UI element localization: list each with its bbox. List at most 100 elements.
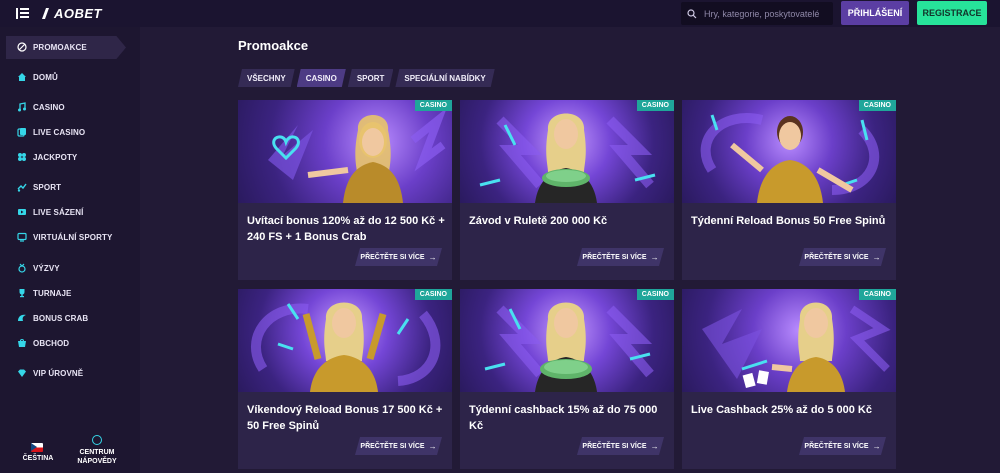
top-bar: AOBET PŘIHLÁŠENÍ REGISTRACE — [0, 0, 1000, 27]
read-more-button[interactable]: PŘEČTĚTE SI VÍCE → — [355, 248, 442, 266]
promo-artwork — [702, 302, 891, 392]
diamond-icon — [17, 368, 27, 378]
clover-icon — [17, 152, 27, 162]
search-box[interactable] — [681, 2, 833, 25]
sidebar-item-live-casino[interactable]: LIVE CASINO — [17, 127, 85, 137]
music-note-icon — [17, 102, 27, 112]
sidebar-item-label: LIVE CASINO — [33, 127, 86, 137]
read-more-label: PŘEČTĚTE SI VÍCE — [360, 442, 425, 450]
register-button[interactable]: REGISTRACE — [917, 1, 987, 25]
read-more-label: PŘEČTĚTE SI VÍCE — [360, 253, 425, 261]
promo-card[interactable]: CASINO Live Cashback 25% až do 5 000 Kč … — [682, 289, 896, 469]
arrow-right-icon: → — [428, 252, 437, 262]
sidebar-item-domu[interactable]: DOMŮ — [17, 72, 58, 82]
promo-card[interactable]: CASINO Týdenní Reload Bonus 50 Free Spin… — [682, 100, 896, 280]
promo-icon — [17, 42, 27, 52]
promo-image — [460, 289, 674, 392]
tab-sport[interactable]: SPORT — [348, 69, 394, 87]
sidebar-item-label: VIRTUÁLNÍ SPORTY — [33, 232, 113, 242]
read-more-label: PŘEČTĚTE SI VÍCE — [804, 442, 869, 450]
language-selector[interactable]: ČEŠTINA — [20, 455, 56, 462]
sidebar-item-label: LIVE SÁZENÍ — [33, 207, 84, 217]
tab-vsechny[interactable]: VŠECHNY — [238, 69, 295, 87]
sidebar-item-label: SPORT — [33, 182, 62, 192]
site-logo[interactable]: AOBET — [41, 6, 102, 21]
category-badge: CASINO — [414, 100, 452, 111]
category-badge: CASINO — [858, 100, 896, 111]
sidebar-item-casino[interactable]: CASINO — [17, 102, 65, 112]
live-casino-icon — [17, 127, 27, 137]
promo-title: Týdenní cashback 15% až do 75 000 Kč — [469, 404, 658, 432]
sidebar-item-obchod[interactable]: OBCHOD — [17, 338, 69, 348]
virtual-sports-icon — [17, 232, 27, 242]
czech-flag-icon[interactable] — [31, 443, 43, 452]
promo-artwork — [484, 302, 654, 392]
promo-image — [682, 100, 896, 203]
read-more-button[interactable]: PŘEČTĚTE SI VÍCE → — [355, 437, 442, 455]
read-more-label: PŘEČTĚTE SI VÍCE — [804, 253, 869, 261]
search-icon — [687, 8, 697, 18]
promo-title: Víkendový Reload Bonus 17 500 Kč + 50 Fr… — [247, 404, 443, 432]
sidebar-item-label: PROMOAKCE — [33, 42, 87, 52]
arrow-right-icon: → — [428, 441, 437, 451]
read-more-button[interactable]: PŘEČTĚTE SI VÍCE → — [799, 248, 886, 266]
sport-icon — [17, 182, 27, 192]
sidebar-item-label: TURNAJE — [33, 288, 72, 298]
sidebar-item-turnaje[interactable]: TURNAJE — [17, 288, 71, 298]
crab-icon — [17, 313, 27, 323]
sidebar-item-virtualni-sporty[interactable]: VIRTUÁLNÍ SPORTY — [17, 232, 112, 242]
promo-tabs: VŠECHNY CASINO SPORT SPECIÁLNÍ NABÍDKY — [238, 69, 497, 87]
promo-card[interactable]: CASINO Týdenní cashback 15% až do 75 000… — [460, 289, 674, 469]
menu-toggle-icon[interactable] — [16, 8, 29, 19]
sidebar-item-jackpoty[interactable]: JACKPOTY — [17, 152, 77, 162]
read-more-button[interactable]: PŘEČTĚTE SI VÍCE → — [799, 437, 886, 455]
promo-image — [460, 100, 674, 203]
category-badge: CASINO — [858, 289, 896, 300]
promo-artwork — [700, 113, 880, 203]
category-badge: CASINO — [414, 289, 452, 300]
read-more-button[interactable]: PŘEČTĚTE SI VÍCE → — [577, 248, 664, 266]
medal-icon — [17, 263, 27, 273]
help-center-icon — [92, 435, 102, 445]
sidebar-item-label: BONUS CRAB — [33, 313, 89, 323]
promo-artwork — [251, 302, 441, 392]
login-button[interactable]: PŘIHLÁŠENÍ — [841, 1, 909, 25]
site-logo-text: AOBET — [54, 6, 102, 21]
shop-icon — [17, 338, 27, 348]
promo-image — [238, 289, 452, 392]
sidebar-item-label: CASINO — [33, 102, 65, 112]
read-more-label: PŘEČTĚTE SI VÍCE — [582, 253, 647, 261]
promo-title: Uvítací bonus 120% až do 12 500 Kč + 240… — [247, 215, 445, 243]
sidebar-item-label: VIP ÚROVNĚ — [33, 368, 84, 378]
category-badge: CASINO — [636, 100, 674, 111]
arrow-right-icon: → — [650, 441, 659, 451]
category-badge: CASINO — [636, 289, 674, 300]
sidebar-item-bonus-crab[interactable]: BONUS CRAB — [17, 313, 88, 323]
sidebar-item-label: OBCHOD — [33, 338, 70, 348]
sidebar-item-label: DOMŮ — [33, 72, 58, 82]
promo-card[interactable]: CASINO Víkendový Reload Bonus 17 500 Kč … — [238, 289, 452, 469]
arrow-right-icon: → — [650, 252, 659, 262]
trophy-icon — [17, 288, 27, 298]
sidebar-item-vyzvy[interactable]: VÝZVY — [17, 263, 60, 273]
promo-title: Live Cashback 25% až do 5 000 Kč — [691, 404, 872, 416]
sidebar-item-sport[interactable]: SPORT — [17, 182, 61, 192]
help-center-label-line2: NÁPOVĚDY — [77, 458, 117, 465]
read-more-button[interactable]: PŘEČTĚTE SI VÍCE → — [577, 437, 664, 455]
promo-card[interactable]: CASINO Uvítací bonus 120% až do 12 500 K… — [238, 100, 452, 280]
live-betting-icon — [17, 207, 27, 217]
sidebar-item-label: JACKPOTY — [33, 152, 78, 162]
help-center-link[interactable]: CENTRUM NÁPOVĚDY — [72, 448, 122, 466]
promo-card[interactable]: CASINO Závod v Ruletě 200 000 Kč PŘEČTĚT… — [460, 100, 674, 280]
promo-title: Týdenní Reload Bonus 50 Free Spinů — [691, 215, 886, 227]
tab-casino[interactable]: CASINO — [297, 69, 346, 87]
sidebar-item-vip-urovne[interactable]: VIP ÚROVNĚ — [17, 368, 83, 378]
search-input[interactable] — [704, 8, 829, 19]
sidebar-item-live-sazeni[interactable]: LIVE SÁZENÍ — [17, 207, 83, 217]
home-icon — [17, 72, 27, 82]
arrow-right-icon: → — [872, 441, 881, 451]
sidebar-item-promoakce[interactable]: PROMOAKCE — [17, 42, 87, 52]
promo-title: Závod v Ruletě 200 000 Kč — [469, 215, 608, 227]
tab-specialni-nabidky[interactable]: SPECIÁLNÍ NABÍDKY — [395, 69, 494, 87]
promo-artwork — [479, 113, 656, 203]
